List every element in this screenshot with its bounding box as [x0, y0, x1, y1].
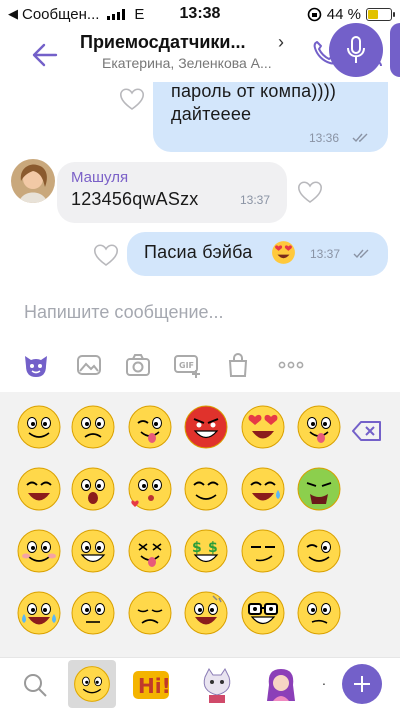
laugh-emoji[interactable] [16, 466, 62, 512]
dollar-eyes-emoji[interactable]: $ $ [183, 528, 229, 574]
sweat-laugh-emoji[interactable] [240, 466, 286, 512]
svg-text:$: $ [208, 540, 218, 556]
dizzy-emoji[interactable] [127, 528, 173, 574]
search-icon[interactable] [14, 664, 56, 706]
tongue-emoji[interactable] [296, 404, 342, 450]
voice-message-button[interactable] [329, 23, 383, 77]
confused-emoji[interactable] [296, 590, 342, 636]
chevron-right-icon[interactable]: › [278, 32, 284, 53]
laugh-tears-emoji[interactable] [16, 590, 62, 636]
smirk-emoji[interactable] [240, 528, 286, 574]
message-time: 13:36 [309, 131, 340, 145]
chat-members[interactable]: Екатерина, Зеленкова А... [102, 55, 272, 71]
tab-separator-dot: . [322, 672, 326, 688]
heart-eyes-emoji[interactable] [240, 404, 286, 450]
gif-icon[interactable]: GIF [172, 349, 204, 381]
message-line: дайтееее [171, 104, 252, 124]
svg-text:GIF: GIF [179, 361, 194, 370]
battery-icon [366, 7, 395, 21]
smiley-pack-tab[interactable] [68, 660, 116, 708]
more-icon[interactable] [275, 349, 307, 381]
message-text: Пасиа бэйба [144, 242, 253, 262]
sad-smile-emoji[interactable] [16, 528, 62, 574]
chat-title[interactable]: Приемосдатчики... [80, 32, 245, 53]
message-time: 13:37 [240, 193, 271, 207]
message-time: 13:37 [310, 247, 341, 261]
message-list[interactable]: пароль от компа)))) дайтееее 13:36 Машул… [0, 82, 400, 290]
cat-pack-tab[interactable] [196, 664, 238, 706]
microphone-icon [347, 36, 365, 63]
sick-emoji[interactable] [296, 466, 342, 512]
big-grin-emoji[interactable] [70, 528, 116, 574]
plus-icon [354, 676, 370, 692]
orientation-lock-icon [307, 7, 322, 21]
camera-icon[interactable] [122, 349, 154, 381]
like-heart-icon[interactable] [92, 242, 120, 268]
shop-icon[interactable] [222, 349, 254, 381]
sticker-icon[interactable] [20, 349, 52, 381]
hi-pack-tab[interactable]: Hi! [130, 664, 172, 706]
wink-tongue-emoji[interactable] [127, 404, 173, 450]
message-text: 123456qwASzx [71, 189, 199, 209]
like-heart-icon[interactable] [118, 86, 146, 112]
back-arrow-icon[interactable] [26, 38, 60, 72]
surprised-emoji[interactable] [70, 590, 116, 636]
shocked-emoji[interactable] [70, 466, 116, 512]
side-panel-tab[interactable] [390, 23, 400, 77]
backspace-icon[interactable] [352, 420, 382, 442]
avatar[interactable] [11, 159, 55, 203]
message-input[interactable] [24, 302, 314, 323]
worried-emoji[interactable] [70, 404, 116, 450]
sender-name[interactable]: Машуля [71, 169, 128, 186]
gallery-icon[interactable] [73, 349, 105, 381]
girl-pack-tab[interactable] [260, 664, 302, 706]
svg-text:$: $ [192, 540, 202, 556]
crazy-emoji[interactable] [183, 590, 229, 636]
read-ticks-icon [353, 249, 369, 259]
emoji-panel: $ $ [0, 392, 400, 657]
smile-emoji[interactable] [16, 404, 62, 450]
kiss-emoji[interactable] [127, 466, 173, 512]
like-heart-icon[interactable] [296, 179, 324, 205]
status-right: 44 % [307, 5, 395, 23]
status-bar: ◀ Сообщен... E 13:38 44 % [0, 0, 400, 28]
heart-eyes-emoji [272, 241, 295, 264]
composer [0, 290, 400, 340]
grin-emoji[interactable] [183, 466, 229, 512]
angry-red-emoji[interactable] [183, 404, 229, 450]
battery-percent: 44 % [326, 5, 361, 23]
nerd-emoji[interactable] [240, 590, 286, 636]
message-line: пароль от компа)))) [171, 82, 337, 101]
read-ticks-icon [352, 133, 368, 143]
sticker-pack-bar: Hi! . [0, 657, 400, 710]
add-sticker-pack-button[interactable] [342, 664, 382, 704]
attachment-toolbar: GIF [0, 345, 400, 385]
pensive-emoji[interactable] [127, 590, 173, 636]
wink-emoji[interactable] [296, 528, 342, 574]
svg-text:Hi!: Hi! [138, 674, 171, 698]
